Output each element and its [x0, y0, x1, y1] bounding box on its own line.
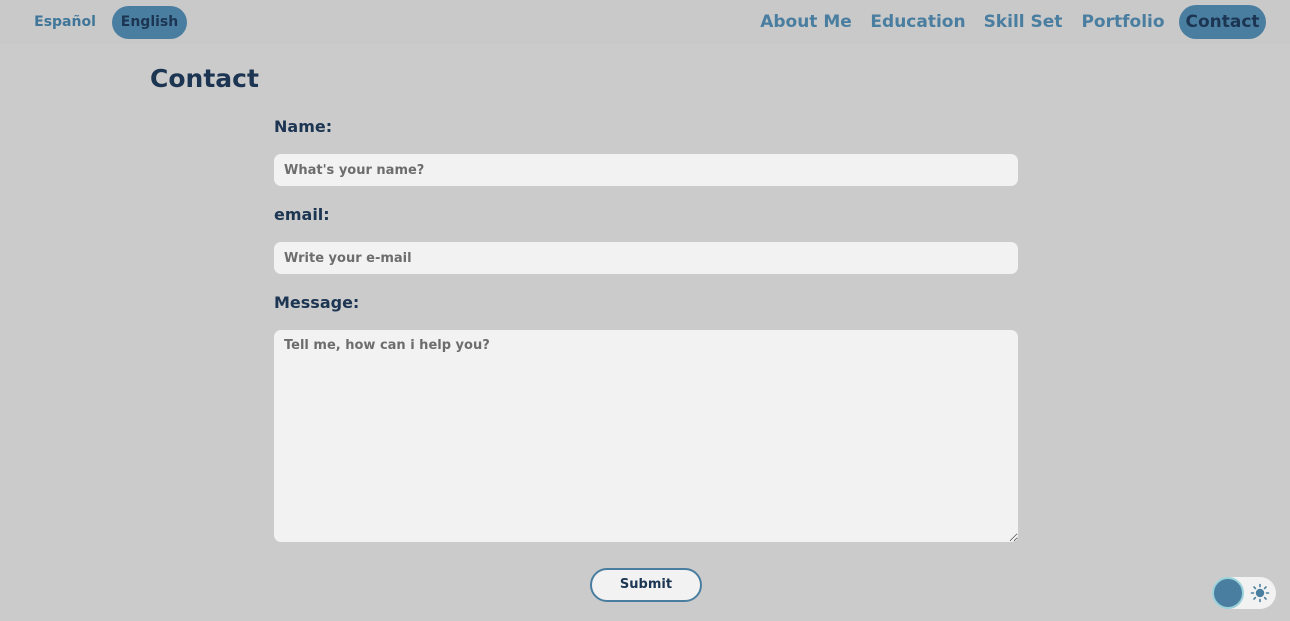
sun-icon [1250, 583, 1270, 603]
nav-skill-set[interactable]: Skill Set [982, 5, 1064, 39]
email-input[interactable] [274, 242, 1018, 274]
language-english-button[interactable]: English [112, 6, 187, 39]
nav-about-me[interactable]: About Me [756, 5, 856, 39]
language-spanish-button[interactable]: Español [29, 6, 101, 39]
theme-toggle[interactable] [1212, 577, 1276, 609]
nav-education[interactable]: Education [868, 5, 968, 39]
toggle-knob[interactable] [1212, 577, 1244, 609]
message-textarea[interactable] [274, 330, 1018, 542]
page-title: Contact [150, 64, 259, 93]
nav-contact[interactable]: Contact [1179, 5, 1266, 39]
name-input[interactable] [274, 154, 1018, 186]
submit-button[interactable]: Submit [590, 568, 702, 602]
nav-portfolio[interactable]: Portfolio [1080, 5, 1166, 39]
name-label: Name: [274, 117, 333, 136]
top-navigation-bar: Español English About Me Education Skill… [0, 0, 1290, 44]
message-label: Message: [274, 293, 360, 312]
email-label: email: [274, 205, 330, 224]
